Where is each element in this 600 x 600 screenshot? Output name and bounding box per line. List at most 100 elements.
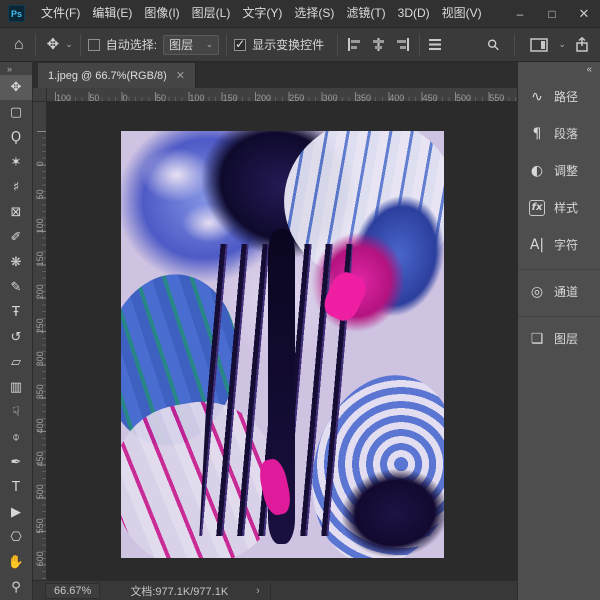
tool-icon: ♯ bbox=[13, 181, 19, 194]
zoom-tool[interactable]: ⚲ bbox=[0, 575, 32, 600]
options-bar: ⌂ ✥ ⌄ ✓ 自动选择: 图层 ⌄ ✓ 显示变换控件 ⚲ ⌄ bbox=[0, 28, 600, 62]
tool-icon: ▱ bbox=[11, 356, 21, 369]
title-bar: Ps 文件(F)编辑(E)图像(I)图层(L)文字(Y)选择(S)滤镜(T)3D… bbox=[0, 0, 600, 28]
ruler-label: 100 bbox=[34, 200, 46, 233]
lasso-tool[interactable]: Ϙ bbox=[0, 125, 32, 150]
show-transform-checkbox[interactable]: ✓ bbox=[234, 39, 246, 51]
ruler-label: 350 bbox=[34, 366, 46, 399]
panel-label: 字符 bbox=[554, 236, 578, 253]
close-button[interactable]: ✕ bbox=[568, 0, 600, 27]
panel-collapser[interactable]: « bbox=[518, 62, 600, 78]
separator bbox=[337, 34, 338, 56]
panel-adjustments[interactable]: ◐调整 bbox=[518, 152, 600, 189]
frame-tool[interactable]: ⊠ bbox=[0, 200, 32, 225]
chevron-down-icon[interactable]: ⌄ bbox=[558, 39, 566, 50]
ruler-label: 200 bbox=[256, 93, 289, 101]
panel-character[interactable]: A|字符 bbox=[518, 226, 600, 263]
rectangular-marquee-tool[interactable]: ▢ bbox=[0, 100, 32, 125]
path-selection-tool[interactable]: ▶ bbox=[0, 500, 32, 525]
shape-tool[interactable]: ⎔ bbox=[0, 525, 32, 550]
panel-styles[interactable]: fx样式 bbox=[518, 189, 600, 226]
ruler-label: 0 bbox=[34, 133, 46, 166]
tool-icon: ☟ bbox=[12, 406, 20, 419]
tool-icon: ✐ bbox=[11, 231, 22, 244]
ruler-label: 400 bbox=[389, 93, 422, 101]
panel-icon: ¶ bbox=[527, 127, 547, 141]
tool-icon: ⚲ bbox=[11, 581, 21, 594]
zoom-level-field[interactable]: 66.67% bbox=[45, 583, 100, 599]
panel-label: 样式 bbox=[554, 199, 578, 216]
canvas-pasteboard[interactable] bbox=[47, 102, 517, 580]
brush-tool[interactable]: ✎ bbox=[0, 275, 32, 300]
menu-item[interactable]: 文件(F) bbox=[35, 0, 86, 27]
panel-channels[interactable]: ◎通道 bbox=[518, 273, 600, 310]
check-icon: ✓ bbox=[235, 37, 245, 51]
clone-stamp-tool[interactable]: Ŧ bbox=[0, 300, 32, 325]
dodge-tool[interactable]: ⌽ bbox=[0, 425, 32, 450]
type-tool[interactable]: T bbox=[0, 475, 32, 500]
maximize-button[interactable]: □ bbox=[536, 0, 568, 27]
separator bbox=[514, 34, 515, 56]
panel-layers[interactable]: ❏图层 bbox=[518, 320, 600, 357]
eraser-tool[interactable]: ▱ bbox=[0, 350, 32, 375]
ruler-label: 400 bbox=[34, 400, 46, 433]
tool-icon: Ŧ bbox=[12, 306, 20, 319]
tool-list: ✥▢Ϙ ✶ ♯ ⊠ ✐ ❋ ✎ Ŧ ↺ ▱ ▥ ☟ ⌽✒T▶⎔ ✋ ⚲ bbox=[0, 75, 32, 600]
ruler-label: 150 bbox=[223, 93, 256, 101]
move-tool[interactable]: ✥ bbox=[0, 75, 32, 100]
menu-item[interactable]: 滤镜(T) bbox=[340, 0, 391, 27]
align-horizontal-centers-icon[interactable] bbox=[371, 38, 386, 51]
tool-icon: ✎ bbox=[11, 281, 22, 294]
document-image[interactable] bbox=[121, 131, 444, 558]
tool-icon: ✶ bbox=[11, 156, 22, 169]
document-info[interactable]: 文档:977.1K/977.1K › bbox=[120, 582, 271, 600]
chevron-down-icon: ⌄ bbox=[206, 39, 214, 50]
tool-icon: ⊠ bbox=[11, 206, 22, 219]
align-left-edges-icon[interactable] bbox=[347, 38, 362, 51]
menu-item[interactable]: 3D(D) bbox=[392, 0, 436, 27]
search-icon[interactable]: ⚲ bbox=[484, 34, 505, 55]
chevron-down-icon[interactable]: ⌄ bbox=[65, 39, 73, 50]
smudge-tool[interactable]: ☟ bbox=[0, 400, 32, 425]
toolbar-expander[interactable]: » bbox=[0, 62, 32, 75]
document-tab[interactable]: 1.jpeg @ 66.7%(RGB/8) ✕ bbox=[38, 63, 196, 88]
distribute-icon[interactable] bbox=[427, 38, 443, 51]
eyedropper-tool[interactable]: ✐ bbox=[0, 225, 32, 250]
auto-select-target-value: 图层 bbox=[169, 36, 193, 53]
workspace-switcher-icon[interactable] bbox=[530, 38, 548, 52]
menu-item[interactable]: 编辑(E) bbox=[86, 0, 138, 27]
menu-item[interactable]: 图层(L) bbox=[186, 0, 237, 27]
gradient-tool[interactable]: ▥ bbox=[0, 375, 32, 400]
window-controls: – □ ✕ bbox=[504, 0, 600, 27]
menu-item[interactable]: 图像(I) bbox=[138, 0, 185, 27]
tool-icon: ✋ bbox=[8, 556, 24, 569]
auto-select-target-dropdown[interactable]: 图层 ⌄ bbox=[163, 35, 219, 55]
tab-close-icon[interactable]: ✕ bbox=[176, 69, 185, 82]
auto-select-checkbox[interactable]: ✓ bbox=[88, 39, 100, 51]
history-brush-tool[interactable]: ↺ bbox=[0, 325, 32, 350]
ruler-label: 450 bbox=[423, 93, 456, 101]
panel-icon: ❏ bbox=[527, 332, 547, 346]
panel-group-3: ❏图层 bbox=[518, 316, 600, 357]
panel-paths[interactable]: ∿路径 bbox=[518, 78, 600, 115]
menu-item[interactable]: 视图(V) bbox=[436, 0, 488, 27]
separator bbox=[226, 34, 227, 56]
photoshop-window: Ps 文件(F)编辑(E)图像(I)图层(L)文字(Y)选择(S)滤镜(T)3D… bbox=[0, 0, 600, 600]
menu-item[interactable]: 文字(Y) bbox=[236, 0, 288, 27]
hand-tool[interactable]: ✋ bbox=[0, 550, 32, 575]
panel-paragraph[interactable]: ¶段落 bbox=[518, 115, 600, 152]
magic-wand-tool[interactable]: ✶ bbox=[0, 150, 32, 175]
align-right-edges-icon[interactable] bbox=[395, 38, 410, 51]
status-chevron-icon[interactable]: › bbox=[256, 585, 260, 597]
healing-brush-tool[interactable]: ❋ bbox=[0, 250, 32, 275]
minimize-button[interactable]: – bbox=[504, 0, 536, 27]
home-icon[interactable]: ⌂ bbox=[10, 37, 28, 53]
auto-select-label: 自动选择: bbox=[106, 36, 157, 53]
document-area: 1.jpeg @ 66.7%(RGB/8) ✕ 1005005010015020… bbox=[33, 62, 517, 600]
share-icon[interactable] bbox=[574, 37, 590, 52]
move-tool-icon[interactable]: ✥ bbox=[43, 37, 64, 52]
menu-item[interactable]: 选择(S) bbox=[288, 0, 340, 27]
ruler-row: 10050050100150200250300350400450500550 bbox=[33, 88, 517, 102]
crop-tool[interactable]: ♯ bbox=[0, 175, 32, 200]
pen-tool[interactable]: ✒ bbox=[0, 450, 32, 475]
